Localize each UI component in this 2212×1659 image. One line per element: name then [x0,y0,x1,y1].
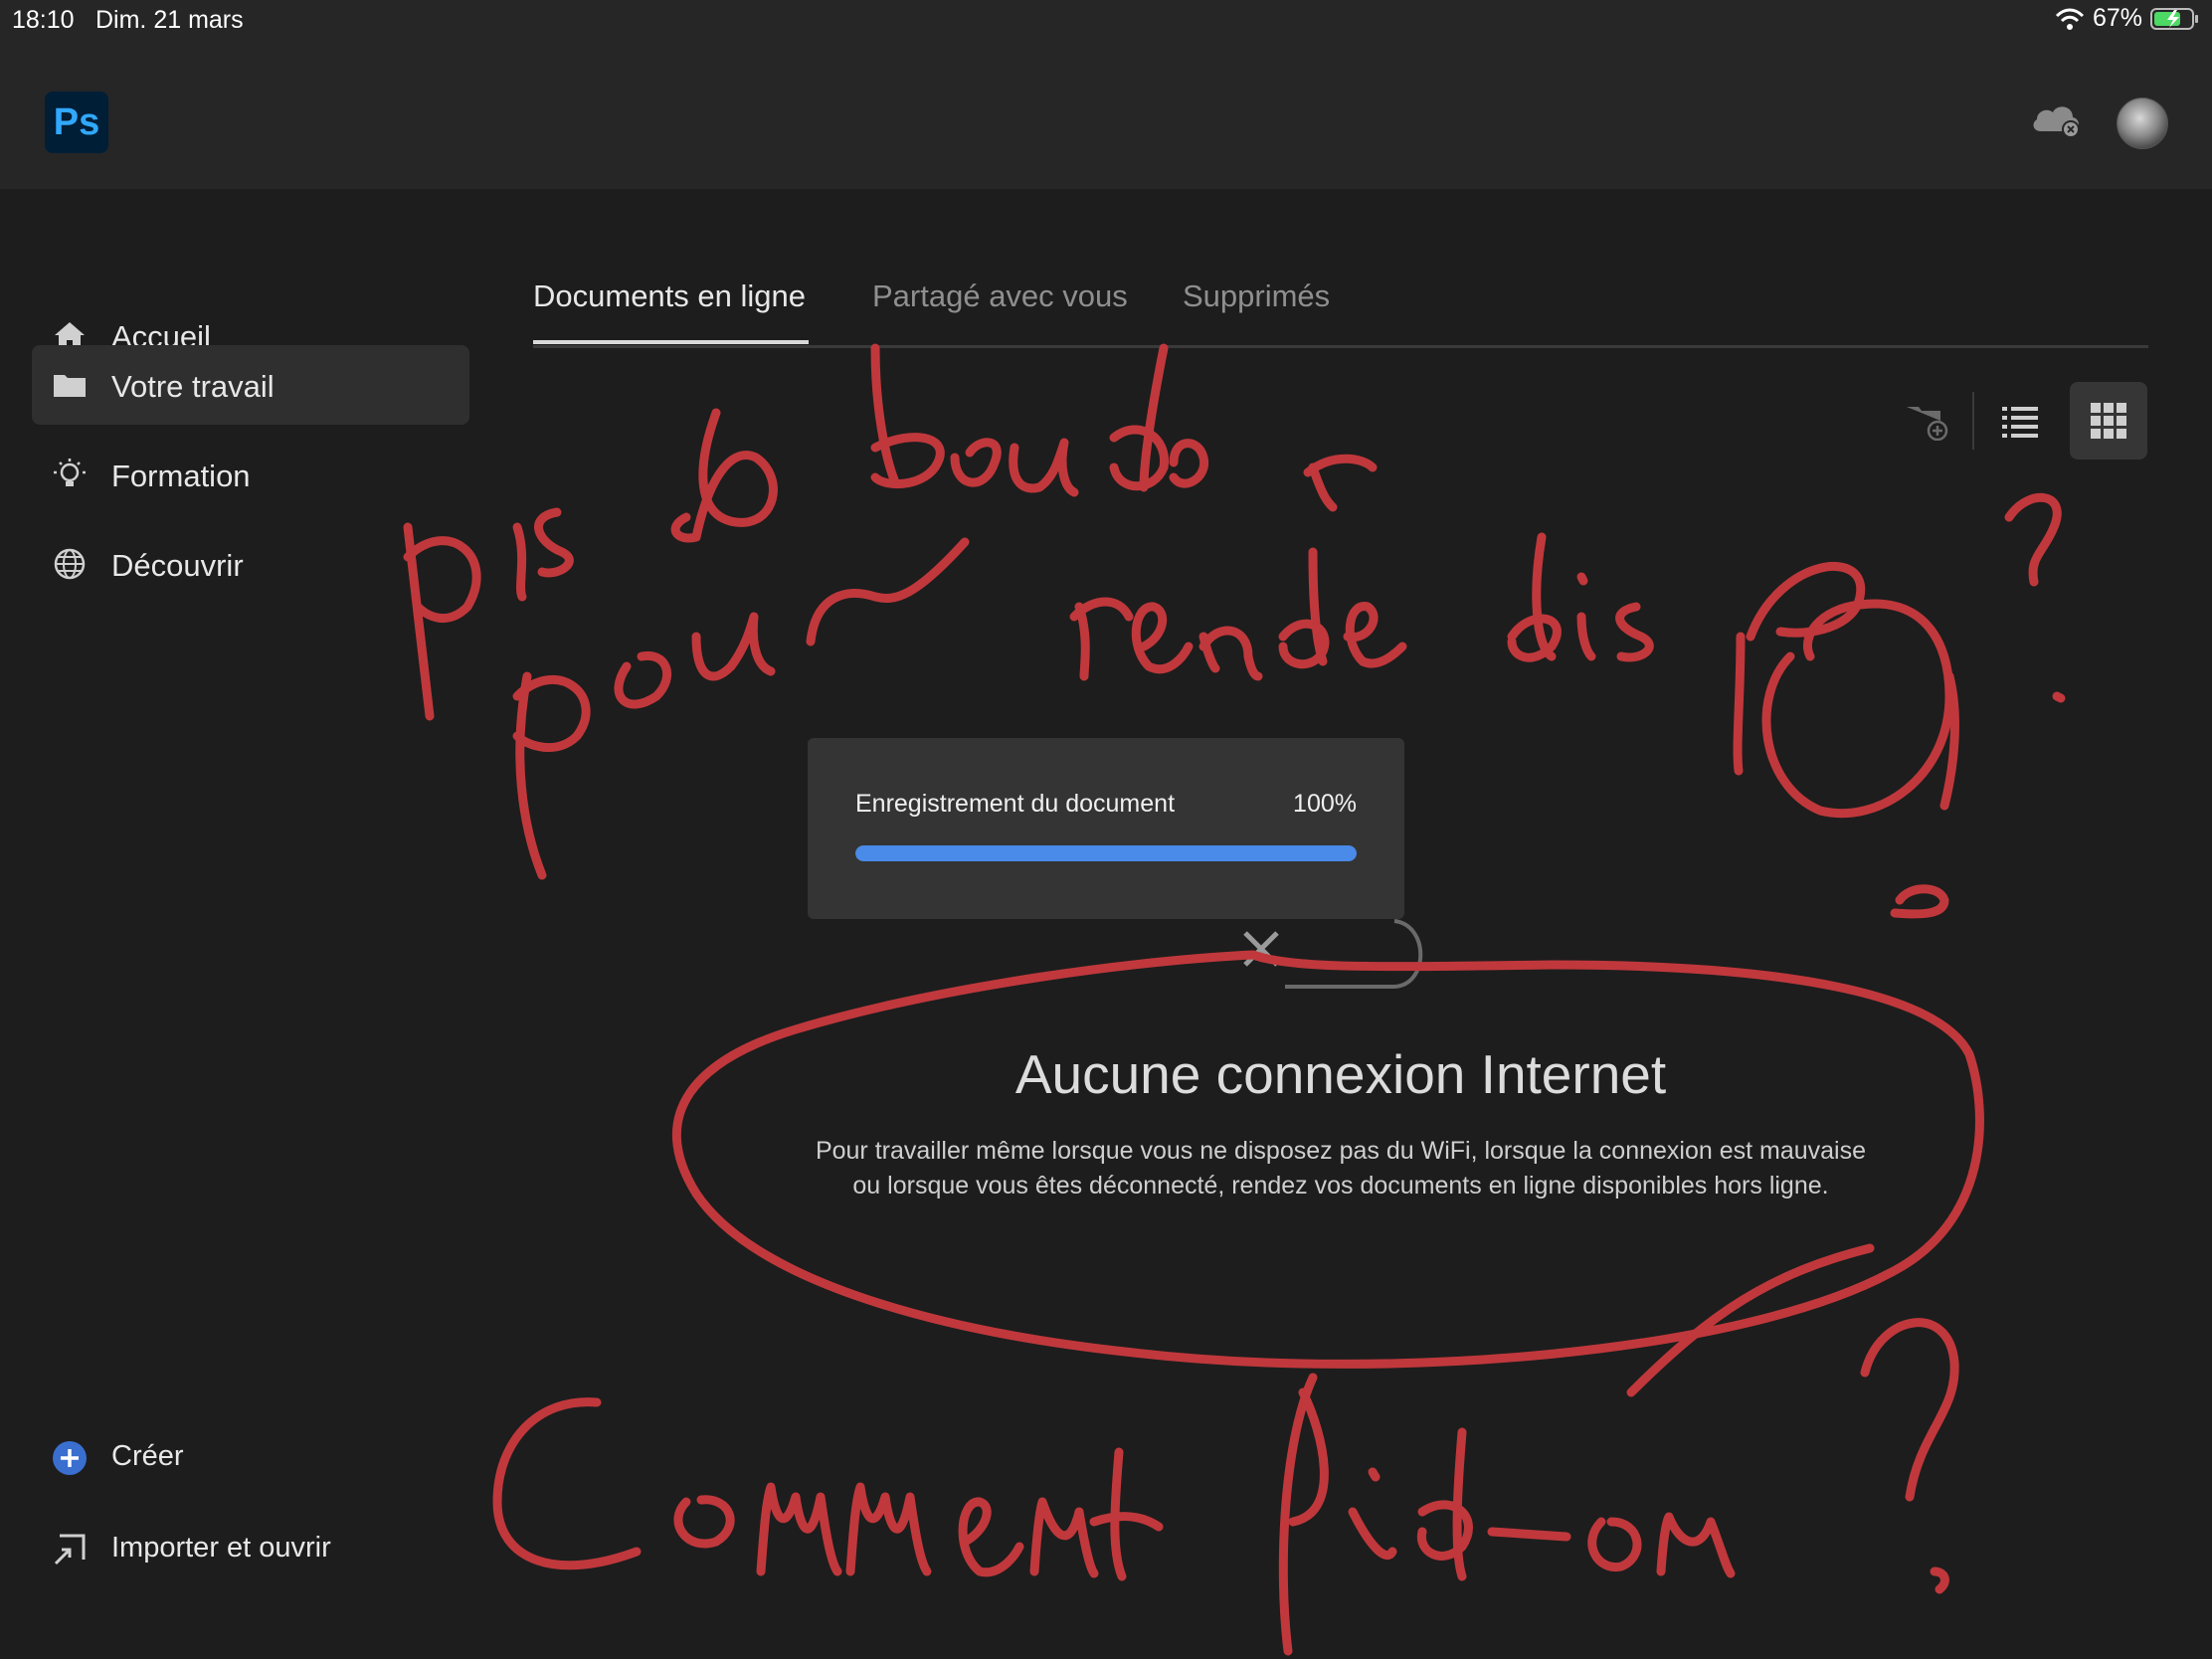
list-view-icon [2002,407,2038,438]
plus-circle-icon [53,1441,87,1475]
empty-state-description: Pour travailler même lorsque vous ne dis… [533,1134,2148,1203]
empty-state-title: Aucune connexion Internet [1014,1043,1667,1105]
progress-percent: 100% [1293,790,1357,818]
grid-view-icon [2091,403,2126,439]
battery-percent: 67% [2092,4,2142,32]
wifi-icon [2055,7,2085,31]
list-view-button[interactable] [1981,382,2059,460]
sidebar-item-label: Découvrir [111,548,244,583]
sidebar-item-label: Formation [111,459,251,493]
progress-dialog: Enregistrement du document 100% [808,738,1404,919]
progress-bar [855,845,1357,861]
toolbar-divider [1972,392,1974,450]
tab-supprimes[interactable]: Supprimés [1183,278,1330,314]
tab-bar: Documents en ligne Partagé avec vous Sup… [533,269,2148,348]
progress-bar-fill [855,845,1357,861]
create-label: Créer [111,1440,184,1472]
empty-state-description-line: ou lorsque vous êtes déconnecté, rendez … [852,1172,1829,1199]
tab-documents-en-ligne[interactable]: Documents en ligne [533,278,806,314]
status-bar: 18:10 Dim. 21 mars 67% [0,0,2212,40]
import-open-button[interactable]: Importer et ouvrir [32,1520,469,1579]
import-open-label: Importer et ouvrir [111,1532,331,1564]
folder-icon [54,375,86,397]
progress-label: Enregistrement du document [855,790,1176,818]
cloud-offline-icon[interactable] [2029,99,2083,144]
create-button[interactable]: Créer [32,1428,469,1488]
new-folder-icon [1907,407,1948,441]
loading-spinner-icon [1285,919,1423,989]
grid-view-button[interactable] [2070,382,2147,460]
sidebar-item-formation[interactable]: Formation [32,435,469,514]
status-time: 18:10 [12,6,75,34]
active-tab-indicator [533,340,809,344]
lightbulb-icon [54,459,86,486]
status-date: Dim. 21 mars [95,6,244,34]
battery-charging-icon [2150,7,2200,31]
globe-icon [54,548,86,580]
new-folder-button[interactable] [1888,382,1965,460]
import-icon [54,1534,86,1566]
sidebar: Accueil Votre travail Formation Découvri… [0,189,487,1659]
avatar[interactable] [2117,97,2168,149]
photoshop-logo[interactable]: Ps [45,92,108,153]
empty-state-description-line: Pour travailler même lorsque vous ne dis… [815,1137,1867,1165]
sidebar-item-votre-travail[interactable]: Votre travail [32,345,469,425]
sidebar-item-label: Votre travail [111,369,275,404]
tab-partage-avec-vous[interactable]: Partagé avec vous [872,278,1128,314]
sidebar-item-decouvrir[interactable]: Découvrir [32,524,469,604]
